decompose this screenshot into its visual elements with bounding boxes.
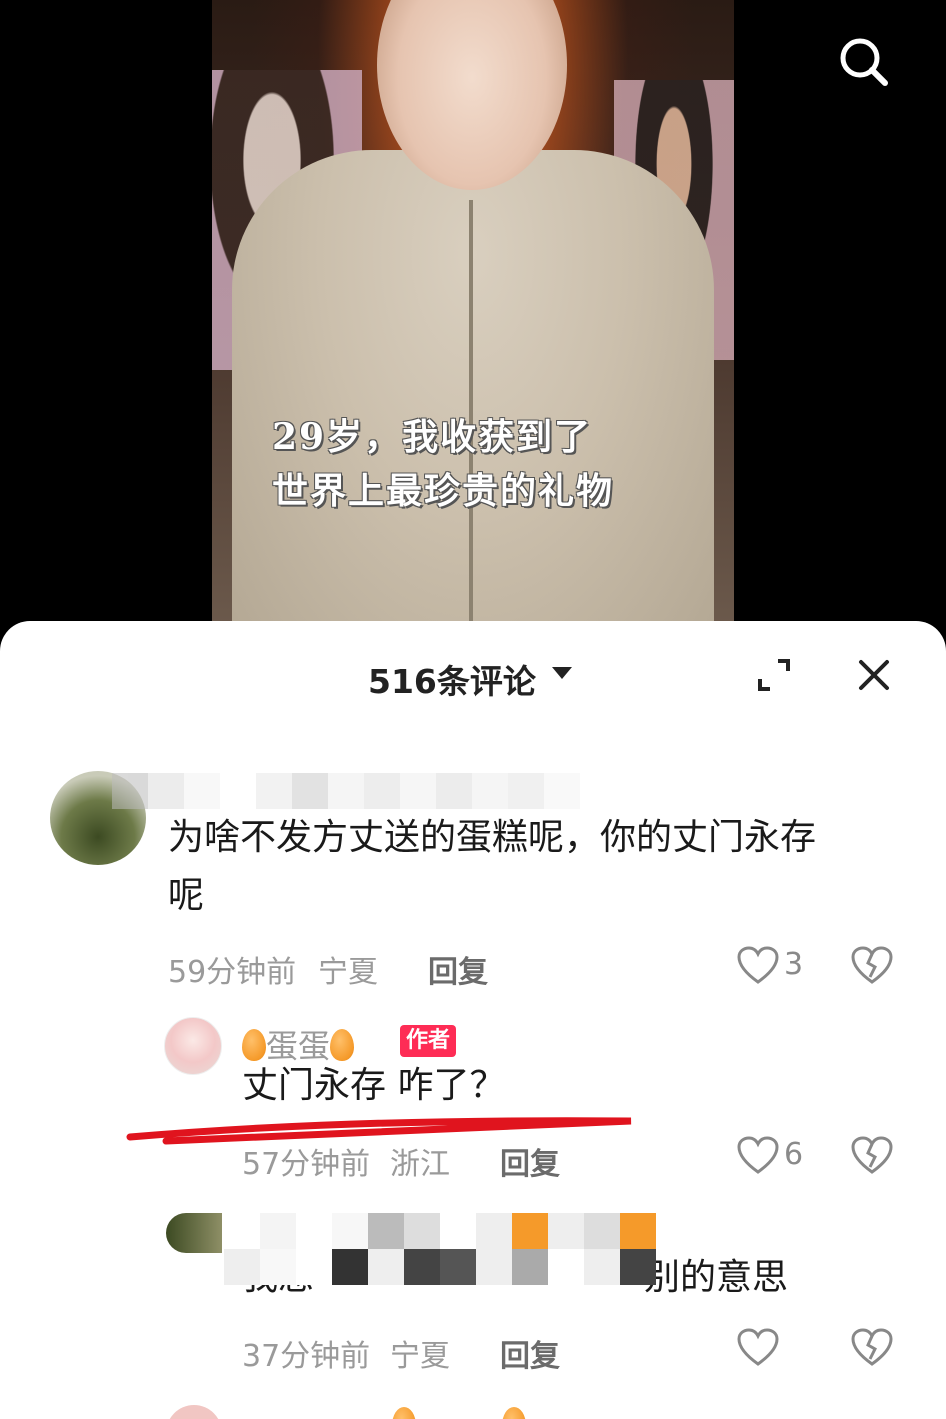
egg-emoji-icon — [502, 1407, 526, 1419]
broken-heart-icon — [851, 1328, 893, 1366]
comment-text-line: 为啥不发方丈送的蛋糕呢，你的丈门永存 — [168, 817, 817, 858]
expand-icon — [758, 659, 790, 691]
comment-location: 宁夏 — [390, 1339, 450, 1374]
reply-button[interactable]: 回复 — [428, 947, 488, 991]
search-icon — [840, 38, 888, 86]
comment-text-line: 呢 — [168, 875, 205, 916]
comment-text: 丈门永存 咋了？ — [242, 1065, 506, 1106]
comment-text-end: 别的意思 — [644, 1257, 789, 1298]
reply-button[interactable]: 回复 — [500, 1331, 560, 1375]
avatar[interactable] — [166, 1213, 222, 1253]
username-blurred — [112, 773, 580, 809]
subtitle-line: 29岁，我收获到了 — [272, 416, 593, 458]
comment-item-partial — [0, 1401, 946, 1419]
comment-text: 为啥不发方丈送的蛋糕呢，你的丈门永存 呢 — [168, 809, 816, 925]
comment-reply-item: 我息 别的意思 37分钟前 宁夏 回复 — [0, 1209, 946, 1379]
dislike-button[interactable] — [850, 1135, 894, 1175]
video-player[interactable]: 29岁，我收获到了 世界上最珍贵的礼物 — [0, 0, 946, 640]
comment-count-title[interactable]: 516条评论 — [368, 655, 536, 703]
egg-emoji-icon — [392, 1407, 416, 1419]
avatar[interactable] — [166, 1405, 222, 1419]
like-count: 3 — [784, 947, 804, 982]
like-count: 6 — [784, 1137, 804, 1172]
comment-time: 59分钟前 — [168, 955, 297, 990]
comment-location: 宁夏 — [318, 955, 378, 990]
comment-item: 为啥不发方丈送的蛋糕呢，你的丈门永存 呢 59分钟前 宁夏 回复 3 — [0, 771, 946, 1001]
comment-reply-item: 蛋蛋 作者 丈门永存 咋了？ 57分钟前 浙江 回复 6 — [0, 1017, 946, 1193]
close-icon — [859, 660, 889, 690]
video-frame[interactable]: 29岁，我收获到了 世界上最珍贵的礼物 — [212, 0, 734, 640]
red-underline-annotation — [126, 1117, 632, 1145]
broken-heart-icon — [851, 946, 893, 984]
broken-heart-icon — [851, 1136, 893, 1174]
dislike-button[interactable] — [850, 945, 894, 985]
blurred-region — [224, 1213, 656, 1285]
comment-time: 37分钟前 — [242, 1339, 371, 1374]
subtitle-line: 世界上最珍贵的礼物 — [272, 470, 615, 512]
comment-sheet-header: 516条评论 — [0, 621, 946, 731]
comment-sheet: 516条评论 为啥不发方丈送的蛋糕呢，你的丈门永存 呢 59分钟前 宁夏 回复 — [0, 621, 946, 1419]
caret-down-icon[interactable] — [552, 667, 572, 679]
close-button[interactable] — [856, 657, 892, 693]
heart-icon — [737, 1136, 779, 1174]
dislike-button[interactable] — [850, 1327, 894, 1367]
heart-icon — [737, 1328, 779, 1366]
like-button[interactable] — [736, 1327, 780, 1367]
video-subtitle: 29岁，我收获到了 世界上最珍贵的礼物 — [272, 410, 692, 518]
like-button[interactable] — [736, 1135, 780, 1175]
heart-icon — [737, 946, 779, 984]
author-avatar[interactable] — [164, 1017, 222, 1075]
video-person-hoodie — [232, 150, 714, 640]
search-button[interactable] — [836, 34, 890, 88]
like-button[interactable] — [736, 945, 780, 985]
expand-button[interactable] — [756, 657, 792, 693]
author-badge: 作者 — [400, 1025, 457, 1057]
